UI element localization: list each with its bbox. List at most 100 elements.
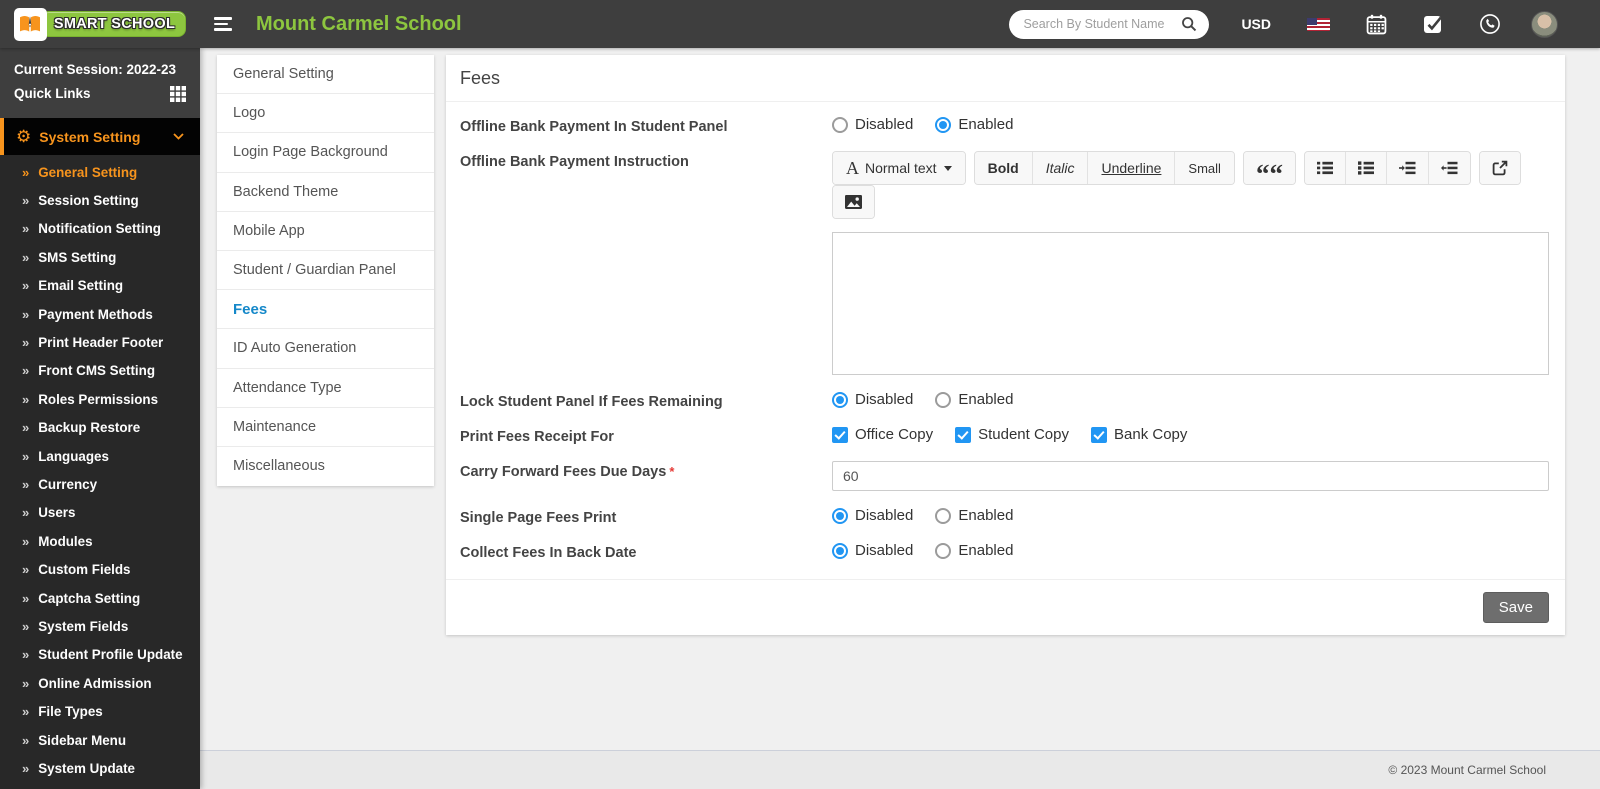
book-logo-icon [13, 7, 47, 41]
ordered-list-icon[interactable] [1344, 152, 1386, 184]
copyright-text: © 2023 Mount Carmel School [1388, 763, 1546, 777]
print-fees-receipt-for-checkbox-office-copy[interactable]: Office Copy [832, 426, 933, 443]
sidebar-item-general-setting[interactable]: » General Setting [0, 158, 200, 186]
search-input[interactable] [1023, 17, 1180, 31]
sidebar-item-languages[interactable]: » Languages [0, 442, 200, 470]
icon-button-group [1303, 151, 1471, 185]
form-row-lock-student-panel-if-fees-remaining: Lock Student Panel If Fees Remaining Disa… [460, 383, 1549, 418]
carry-forward-fees-due-days-input[interactable] [832, 461, 1549, 491]
sidebar-item-system-update[interactable]: » System Update [0, 754, 200, 782]
sidebar-item-label: Modules [38, 533, 93, 549]
font-style-a-icon: A [846, 157, 859, 178]
double-chevron-icon: » [22, 562, 30, 578]
required-asterisk: * [669, 464, 675, 479]
app-logo[interactable]: SMART SCHOOL [0, 0, 200, 48]
sidebar-item-notification-setting[interactable]: » Notification Setting [0, 215, 200, 243]
offline-bank-payment-in-student-panel-radio-disabled[interactable]: Disabled [832, 116, 913, 133]
picture-icon[interactable] [833, 186, 874, 218]
indent-icon[interactable] [1427, 152, 1470, 184]
hamburger-menu-icon[interactable] [214, 17, 232, 31]
print-fees-receipt-for-checkbox-bank-copy[interactable]: Bank Copy [1091, 426, 1187, 443]
double-chevron-icon: » [22, 306, 30, 322]
currency-selector[interactable]: USD [1241, 16, 1271, 32]
sidebar-item-front-cms-setting[interactable]: » Front CMS Setting [0, 357, 200, 385]
radio-unchecked-icon [935, 507, 952, 524]
sidebar-item-currency[interactable]: » Currency [0, 470, 200, 498]
bold-button[interactable]: Bold [974, 152, 1032, 184]
settings-tab-miscellaneous[interactable]: Miscellaneous [217, 447, 434, 486]
form-row-single-page-fees-print: Single Page Fees Print Disabled Enabled [460, 499, 1549, 534]
sidebar-item-sms-setting[interactable]: » SMS Setting [0, 243, 200, 271]
lock-student-panel-if-fees-remaining-radio-enabled[interactable]: Enabled [935, 391, 1013, 408]
sidebar-item-payment-methods[interactable]: » Payment Methods [0, 300, 200, 328]
radio-label: Enabled [958, 542, 1014, 559]
lock-student-panel-if-fees-remaining-radio-disabled[interactable]: Disabled [832, 391, 913, 408]
underline-button[interactable]: Underline [1087, 152, 1175, 184]
quote-icon[interactable]: ““ [1243, 152, 1295, 184]
task-check-icon[interactable] [1423, 14, 1443, 34]
sidebar-item-label: Users [38, 505, 76, 521]
sidebar-section-system-setting[interactable]: ⚙ System Setting [0, 118, 200, 155]
settings-tab-logo[interactable]: Logo [217, 94, 434, 134]
settings-tab-general-setting[interactable]: General Setting [217, 55, 434, 95]
field-control: Disabled Enabled [832, 116, 1549, 133]
sidebar-item-student-profile-update[interactable]: » Student Profile Update [0, 641, 200, 669]
double-chevron-icon: » [22, 505, 30, 521]
settings-tab-fees[interactable]: Fees [217, 290, 434, 330]
offline-bank-payment-in-student-panel-radio-enabled[interactable]: Enabled [935, 116, 1013, 133]
rich-text-editor: A Normal text Bold Italic Underline Small ““ [832, 151, 1549, 375]
radio-label: Enabled [958, 391, 1014, 408]
sidebar-item-modules[interactable]: » Modules [0, 527, 200, 555]
share-icon[interactable] [1479, 152, 1520, 184]
offline-bank-payment-instruction-editor-area[interactable] [832, 232, 1549, 375]
settings-tab-student-guardian-panel[interactable]: Student / Guardian Panel [217, 251, 434, 291]
sidebar-item-session-setting[interactable]: » Session Setting [0, 186, 200, 214]
whatsapp-icon[interactable] [1479, 13, 1501, 35]
system-setting-submenu: » General Setting » Session Setting » Notific… [0, 155, 200, 783]
collect-fees-in-back-date-radio-disabled[interactable]: Disabled [832, 542, 913, 559]
sidebar-item-backup-restore[interactable]: » Backup Restore [0, 414, 200, 442]
sidebar-item-users[interactable]: » Users [0, 499, 200, 527]
sidebar-item-captcha-setting[interactable]: » Captcha Setting [0, 584, 200, 612]
user-avatar[interactable] [1531, 10, 1558, 38]
settings-tab-backend-theme[interactable]: Backend Theme [217, 173, 434, 212]
sidebar-item-label: Student Profile Update [38, 647, 183, 663]
save-button[interactable]: Save [1482, 592, 1549, 623]
single-page-fees-print-radio-disabled[interactable]: Disabled [832, 507, 913, 524]
sidebar-item-label: Email Setting [38, 278, 124, 294]
quick-links-toggle[interactable]: Quick Links [14, 82, 186, 106]
settings-tab-maintenance[interactable]: Maintenance [217, 408, 434, 447]
single-page-fees-print-radio-enabled[interactable]: Enabled [935, 507, 1013, 524]
sidebar-item-label: General Setting [38, 164, 138, 180]
paragraph-style-dropdown[interactable]: A Normal text [833, 152, 965, 184]
settings-tab-mobile-app[interactable]: Mobile App [217, 212, 434, 251]
italic-button[interactable]: Italic [1031, 152, 1088, 184]
double-chevron-icon: » [22, 278, 30, 294]
double-chevron-icon: » [22, 335, 30, 351]
settings-tab-login-page-background[interactable]: Login Page Background [217, 133, 434, 173]
sidebar-item-roles-permissions[interactable]: » Roles Permissions [0, 385, 200, 413]
form-row-carry-forward-fees-due-days: Carry Forward Fees Due Days * [460, 453, 1549, 499]
icon-button-group [832, 185, 875, 219]
calendar-icon[interactable] [1366, 14, 1387, 35]
sidebar-item-system-fields[interactable]: » System Fields [0, 612, 200, 640]
language-flag-icon[interactable] [1307, 17, 1330, 31]
sidebar-item-file-types[interactable]: » File Types [0, 697, 200, 725]
settings-tab-attendance-type[interactable]: Attendance Type [217, 369, 434, 408]
sidebar-item-email-setting[interactable]: » Email Setting [0, 272, 200, 300]
radio-checked-icon [832, 542, 848, 559]
sidebar-item-online-admission[interactable]: » Online Admission [0, 669, 200, 697]
double-chevron-icon: » [22, 193, 30, 209]
outdent-icon[interactable] [1385, 152, 1428, 184]
sidebar-item-custom-fields[interactable]: » Custom Fields [0, 555, 200, 583]
unordered-list-icon[interactable] [1304, 152, 1345, 184]
small-button[interactable]: Small [1174, 152, 1234, 184]
sidebar-item-label: Notification Setting [38, 221, 161, 237]
sidebar-item-print-header-footer[interactable]: » Print Header Footer [0, 328, 200, 356]
collect-fees-in-back-date-radio-enabled[interactable]: Enabled [935, 542, 1013, 559]
settings-tab-id-auto-generation[interactable]: ID Auto Generation [217, 329, 434, 369]
sidebar-item-sidebar-menu[interactable]: » Sidebar Menu [0, 726, 200, 754]
print-fees-receipt-for-checkbox-student-copy[interactable]: Student Copy [955, 426, 1069, 443]
field-label: Single Page Fees Print [460, 510, 617, 526]
search-icon[interactable] [1179, 14, 1199, 34]
